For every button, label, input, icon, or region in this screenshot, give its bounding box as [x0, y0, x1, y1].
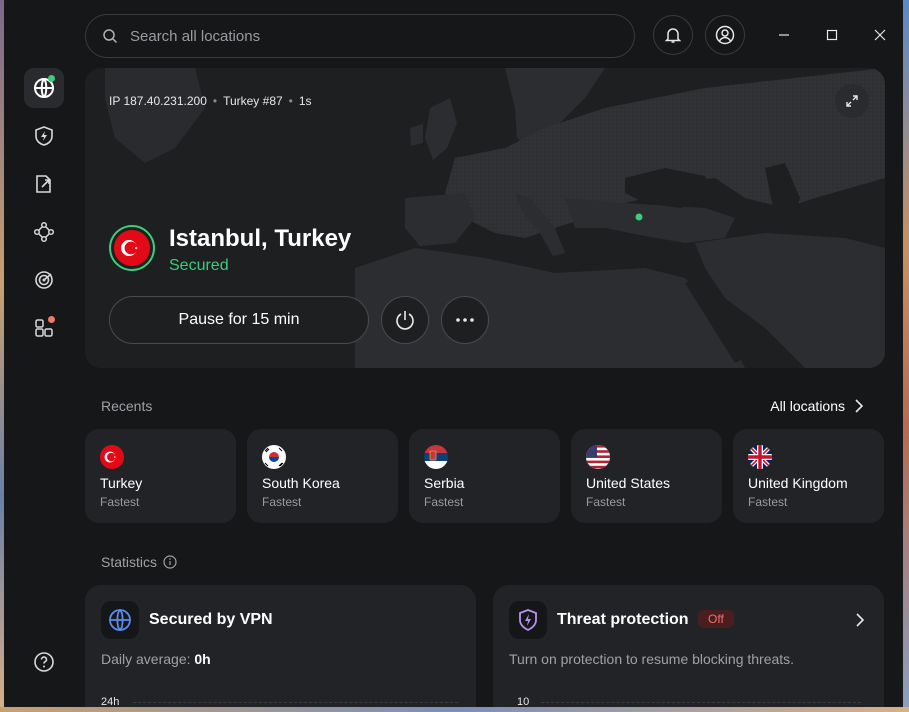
- recent-card-united-kingdom[interactable]: United Kingdom Fastest: [733, 429, 884, 523]
- pause-button[interactable]: Pause for 15 min: [109, 296, 369, 344]
- recent-sub: Fastest: [586, 495, 626, 509]
- more-options-button[interactable]: [441, 296, 489, 344]
- sidebar-item-vpn[interactable]: [24, 68, 64, 108]
- connection-card: IP 187.40.231.200 • Turkey #87 • 1s Ista…: [85, 68, 885, 368]
- close-button[interactable]: [870, 25, 890, 45]
- recent-card-united-states[interactable]: United States Fastest: [571, 429, 722, 523]
- search-icon: [103, 29, 118, 44]
- close-icon: [874, 29, 886, 41]
- connected-indicator: [48, 75, 55, 82]
- recent-sub: Fastest: [100, 495, 140, 509]
- recent-name: Serbia: [424, 475, 465, 491]
- serbia-flag-icon: [424, 445, 448, 469]
- threat-chart-axis-label: 10: [517, 696, 530, 707]
- more-icon: [456, 318, 474, 322]
- sidebar-item-dark-web-monitor[interactable]: [24, 260, 64, 300]
- south-korea-flag-icon: [262, 445, 286, 469]
- minimize-icon: [779, 34, 789, 36]
- threat-stats-title: Threat protection: [557, 611, 689, 628]
- disconnect-button[interactable]: [381, 296, 429, 344]
- threat-stats-card[interactable]: Threat protection Off Turn on protection…: [493, 585, 884, 707]
- recent-name: United States: [586, 475, 671, 491]
- info-icon[interactable]: [163, 555, 177, 569]
- threat-shield-icon: [509, 601, 547, 639]
- vpn-daily-average: Daily average: 0h: [101, 651, 211, 667]
- maximize-icon: [826, 29, 838, 41]
- recent-sub: Fastest: [262, 495, 302, 509]
- vpn-chart-gridline: [133, 702, 458, 703]
- help-icon: [34, 652, 54, 672]
- chevron-right-icon[interactable]: [856, 613, 864, 627]
- statistics-label: Statistics: [101, 554, 158, 570]
- recent-card-south-korea[interactable]: South Korea Fastest: [247, 429, 398, 523]
- account-icon: [715, 25, 735, 45]
- recent-name: United Kingdom: [748, 475, 848, 491]
- sidebar-item-threat-protection[interactable]: [24, 116, 64, 156]
- threat-message: Turn on protection to resume blocking th…: [509, 651, 795, 667]
- bell-icon: [664, 28, 682, 43]
- app-window: IP 187.40.231.200 • Turkey #87 • 1s Ista…: [4, 0, 903, 707]
- us-flag-icon: [586, 445, 610, 469]
- shield-bolt-icon: [35, 126, 53, 146]
- vpn-globe-icon: [101, 601, 139, 639]
- recent-sub: Fastest: [748, 495, 788, 509]
- threat-chart-gridline: [541, 702, 861, 703]
- recent-sub: Fastest: [424, 495, 464, 509]
- notification-dot: [48, 316, 55, 323]
- vpn-stats-title: Secured by VPN: [149, 611, 273, 628]
- turkey-flag-icon: [109, 225, 155, 271]
- recent-card-serbia[interactable]: Serbia Fastest: [409, 429, 560, 523]
- ip-address: IP 187.40.231.200: [109, 94, 207, 108]
- expand-icon: [846, 95, 858, 107]
- split-tunnel-icon: [36, 175, 51, 193]
- turkey-flag-icon: [100, 445, 124, 469]
- threat-status-badge: Off: [698, 610, 734, 628]
- connection-duration: 1s: [298, 94, 312, 108]
- uk-flag-icon: [748, 445, 772, 469]
- vpn-daily-value: 0h: [194, 651, 211, 667]
- vpn-stats-card: Secured by VPN Daily average: 0h 24h: [85, 585, 476, 707]
- connected-location: Istanbul, Turkey: [169, 225, 352, 252]
- connection-info: IP 187.40.231.200 • Turkey #87 • 1s: [109, 94, 312, 108]
- sidebar-item-split-tunneling[interactable]: [24, 164, 64, 204]
- server-name: Turkey #87: [223, 94, 283, 108]
- search-input[interactable]: [128, 26, 592, 46]
- all-locations-link[interactable]: All locations: [770, 398, 863, 414]
- power-icon: [396, 311, 414, 330]
- maximize-button[interactable]: [822, 25, 842, 45]
- all-locations-label: All locations: [770, 398, 845, 414]
- chevron-right-icon: [855, 399, 863, 413]
- notifications-button[interactable]: [653, 15, 693, 55]
- connection-status: Secured: [169, 257, 229, 274]
- expand-map-button[interactable]: [835, 84, 869, 118]
- search-bar[interactable]: [85, 14, 635, 58]
- sidebar-item-apps[interactable]: [24, 308, 64, 348]
- statistics-heading: Statistics: [101, 554, 177, 570]
- account-button[interactable]: [705, 15, 745, 55]
- recent-name: South Korea: [262, 475, 340, 491]
- recents-heading: Recents: [101, 398, 153, 414]
- sidebar-item-meshnet[interactable]: [24, 212, 64, 252]
- minimize-button[interactable]: [774, 25, 794, 45]
- meshnet-icon: [33, 221, 55, 243]
- recent-card-turkey[interactable]: Turkey Fastest: [85, 429, 236, 523]
- dark-web-monitor-icon: [35, 271, 53, 289]
- recent-name: Turkey: [100, 475, 143, 491]
- vpn-chart-axis-label: 24h: [101, 696, 120, 707]
- help-button[interactable]: [24, 642, 64, 682]
